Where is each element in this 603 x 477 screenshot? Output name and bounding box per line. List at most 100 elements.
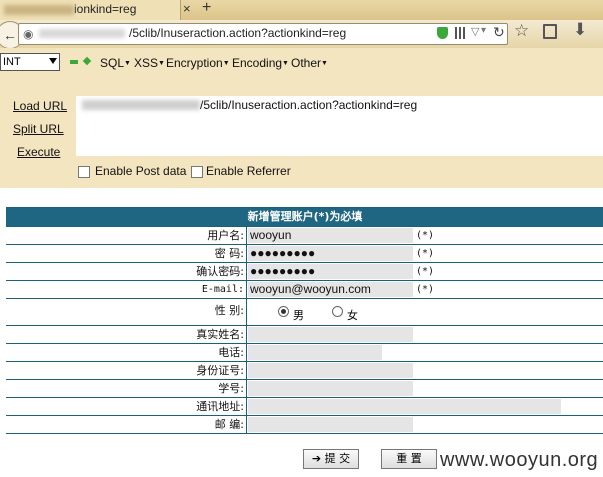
url-redacted [82,100,200,110]
register-form-table: 新增管理账户(*)为必填 用户名: wooyun (*) 密 码: ●●●●●●… [6,207,603,434]
divider [246,344,247,361]
menu-other[interactable]: Other▼ [291,56,328,70]
form-row-address: 通讯地址: [6,397,603,415]
download-icon[interactable]: ⬇ [573,20,587,40]
gender-male-radio[interactable] [278,306,289,317]
address-bar[interactable]: ◉ /5clib/Inuseraction.action?actionkind=… [18,23,508,45]
divider [246,299,247,325]
qr-code-icon[interactable] [455,27,467,39]
confirm-password-input[interactable]: ●●●●●●●●● [248,264,413,279]
row-label: 身份证号: [196,364,244,377]
execute-button[interactable]: Execute [17,145,60,159]
form-row-email: E-mail: wooyun@wooyun.com (*) [6,280,603,298]
table-bottom-border [6,433,603,434]
required-mark: (*) [416,230,435,241]
menu-xss[interactable]: XSS▼ [134,56,165,70]
form-row-password: 密 码: ●●●●●●●●● (*) [6,244,603,262]
row-label: E-mail: [201,284,244,295]
form-row-student-id: 学号: [6,379,603,397]
divider [246,398,247,415]
hackbar-url-textarea[interactable]: /5clib/Inuseraction.action?actionkind=re… [76,96,603,156]
bookmarks-icon[interactable] [543,24,557,39]
shield-icon[interactable] [437,27,448,39]
gender-female-label: 女 [347,309,358,322]
row-label: 确认密码: [196,265,244,278]
submit-label: 提 交 [324,452,351,465]
hackbar-url-text: /5clib/Inuseraction.action?actionkind=re… [200,98,418,112]
menu-sql[interactable]: SQL▼ [100,56,131,70]
back-arrow-icon: ← [3,27,17,43]
menu-encoding[interactable]: Encoding▼ [232,56,289,70]
realname-input[interactable] [248,327,413,342]
forward-arrow-icon[interactable]: ▽ [471,25,479,38]
bookmark-star-icon[interactable]: ☆ [514,21,529,41]
divider [246,362,247,379]
split-url-button[interactable]: Split URL [13,122,64,136]
submit-icon: ➔ [311,452,325,465]
hackbar-panel: INT SQL▼ XSS▼ Encryption▼ Encoding▼ Othe… [0,48,603,188]
int-type-select[interactable]: INT [0,53,60,71]
username-input[interactable]: wooyun [248,228,413,243]
submit-button[interactable]: ➔ 提 交 [303,449,359,469]
form-row-idcard: 身份证号: [6,361,603,379]
form-row-username: 用户名: wooyun (*) [6,226,603,244]
row-label: 邮 编: [214,418,244,431]
form-row-postcode: 邮 编: [6,415,603,433]
row-label: 学号: [218,382,244,395]
enable-post-checkbox[interactable] [78,166,90,178]
browser-tab[interactable]: ionkind=reg [0,0,181,20]
form-row-phone: 电话: [6,343,603,361]
divider [246,263,247,280]
postcode-input[interactable] [248,417,413,432]
required-mark: (*) [416,248,435,259]
browser-navbar: ← ◉ /5clib/Inuseraction.action?actionkin… [0,20,603,49]
increment-icon[interactable] [82,56,92,66]
enable-referrer-label: Enable Referrer [206,164,291,178]
hackbar-toolbar: INT SQL▼ XSS▼ Encryption▼ Encoding▼ Othe… [0,48,603,78]
watermark: www.wooyun.org [440,449,599,471]
row-label: 性 别: [214,304,244,317]
reload-icon[interactable]: ↻ [493,24,505,41]
tab-title: ionkind=reg [4,2,136,16]
url-text: /5clib/Inuseraction.action?actionkind=re… [129,26,347,40]
row-label: 用户名: [207,229,244,242]
row-label: 通讯地址: [196,400,244,413]
decrement-icon[interactable] [70,60,78,64]
password-input[interactable]: ●●●●●●●●● [248,246,413,261]
new-tab-icon[interactable]: + [202,0,211,17]
int-select-value: INT [3,56,21,68]
globe-icon: ◉ [23,27,34,41]
phone-input[interactable] [248,345,382,360]
enable-referrer-checkbox[interactable] [191,166,203,178]
reset-button[interactable]: 重 置 [381,449,437,469]
divider [246,245,247,262]
enable-post-label: Enable Post data [95,164,187,178]
chevron-down-icon[interactable]: ▾ [481,25,486,36]
browser-titlebar: ionkind=reg × + [0,0,603,20]
gender-female-radio[interactable] [332,306,343,317]
row-label: 密 码: [214,247,244,260]
idcard-input[interactable] [248,363,413,378]
required-mark: (*) [416,266,435,277]
divider [246,326,247,343]
row-label: 真实姓名: [196,328,244,341]
student-id-input[interactable] [248,381,413,396]
chevron-down-icon [49,58,57,64]
divider [246,380,247,397]
reset-label: 重 置 [396,452,422,465]
form-row-confirm-password: 确认密码: ●●●●●●●●● (*) [6,262,603,280]
url-redacted [39,29,125,38]
divider [246,227,247,244]
required-mark: (*) [416,284,435,295]
menu-encryption[interactable]: Encryption▼ [166,56,230,70]
row-label: 电话: [218,346,244,359]
address-input[interactable] [248,399,561,414]
form-row-gender: 性 别: 男 女 [6,298,603,325]
email-input[interactable]: wooyun@wooyun.com [248,282,413,297]
gender-male-label: 男 [293,309,304,322]
load-url-button[interactable]: Load URL [13,99,67,113]
divider [246,416,247,433]
form-row-realname: 真实姓名: [6,325,603,343]
tab-close-icon[interactable]: × [183,1,191,16]
form-header: 新增管理账户(*)为必填 [6,208,603,226]
